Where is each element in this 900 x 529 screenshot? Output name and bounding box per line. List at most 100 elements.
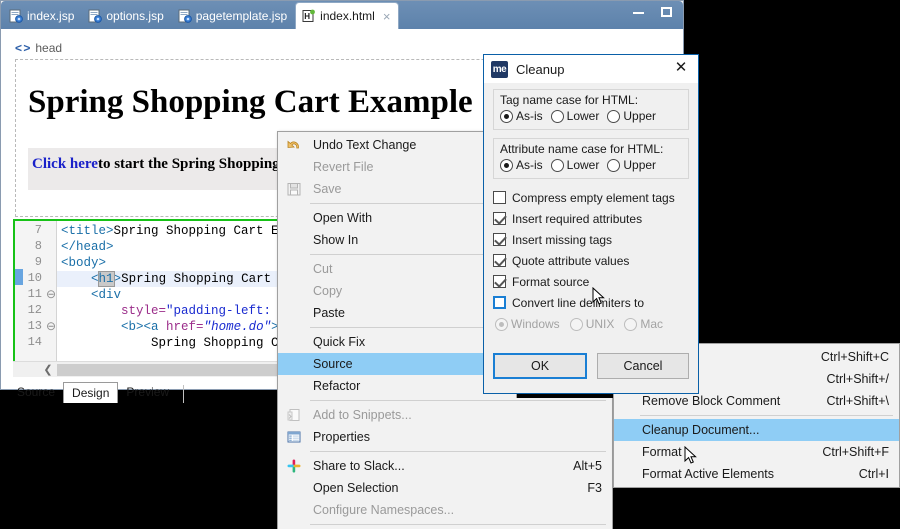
checkbox-insert-missing-tags[interactable]: Insert missing tags — [493, 229, 689, 250]
screen: index.jsp options.jsp pagetemplate.jsp H… — [0, 0, 900, 529]
line-number: 9 — [34, 255, 42, 269]
breadcrumb[interactable]: < > head — [15, 37, 62, 59]
menu-separator — [310, 254, 510, 255]
radio-tag-lower[interactable]: Lower — [550, 109, 599, 123]
radio-icon[interactable] — [624, 317, 638, 331]
menu-item-copy[interactable]: Copy — [278, 280, 516, 302]
checkbox-icon[interactable] — [493, 275, 506, 288]
tab-close-icon[interactable]: × — [383, 9, 391, 24]
menu-item-format-active-elements[interactable]: Format Active Elements Ctrl+I — [614, 463, 899, 485]
scroll-left-icon[interactable]: ❮ — [41, 363, 55, 377]
fold-marker[interactable]: ⊖ — [46, 319, 56, 334]
checkbox-quote-attribute-values[interactable]: Quote attribute values — [493, 250, 689, 271]
menu-item-add-to-snippets[interactable]: Add to Snippets... — [278, 404, 612, 426]
source-editor-pane[interactable]: 7 8 9 10 11 12 13 14 ⊖ ⊖ <title>Spring S… — [13, 219, 281, 377]
breadcrumb-label: head — [35, 41, 63, 55]
radio-attr-lower[interactable]: Lower — [550, 158, 599, 172]
preview-link[interactable]: Click here — [32, 156, 98, 172]
radio-label: Mac — [640, 317, 664, 331]
checkbox-label: Insert required attributes — [512, 211, 643, 226]
dialog-button-row: OK Cancel — [493, 353, 689, 379]
radio-icon[interactable] — [495, 317, 508, 331]
menu-item-share-to-slack[interactable]: Share to Slack... Alt+5 — [278, 455, 612, 477]
jsp-file-icon — [178, 9, 192, 23]
checkbox-insert-required-attributes[interactable]: Insert required attributes — [493, 208, 689, 229]
radio-attr-upper[interactable]: Upper — [607, 158, 656, 172]
menu-item-show-in[interactable]: Show In — [278, 229, 516, 251]
jsp-file-icon — [88, 9, 103, 23]
menu-item-source[interactable]: Source — [278, 353, 516, 375]
menu-item-open-selection[interactable]: Open Selection F3 — [278, 477, 612, 499]
radio-icon[interactable] — [500, 109, 513, 123]
line-number: 7 — [34, 223, 42, 237]
maximize-button[interactable] — [659, 5, 675, 19]
checkbox-convert-line-delimiters[interactable]: Convert line delimiters to — [493, 292, 689, 313]
checkbox-icon[interactable] — [493, 254, 506, 267]
menu-item-refactor[interactable]: Refactor — [278, 375, 516, 397]
editor-tab-index-html[interactable]: H index.html × — [295, 2, 400, 29]
tab-source[interactable]: Source — [9, 382, 63, 403]
tab-design[interactable]: Design — [63, 382, 119, 403]
checkbox-icon[interactable] — [493, 212, 506, 225]
editor-tab-index-jsp[interactable]: index.jsp — [3, 3, 82, 29]
menu-item-configure-namespaces[interactable]: Configure Namespaces... — [278, 499, 612, 521]
fold-marker[interactable]: ⊖ — [46, 287, 56, 302]
menu-item-paste[interactable]: Paste — [278, 302, 516, 324]
menu-item-label: Configure Namespaces... — [313, 503, 455, 517]
dialog-body: Tag name case for HTML: As-is Lower Uppe… — [484, 83, 698, 393]
checkbox-format-source[interactable]: Format source — [493, 271, 689, 292]
ok-button[interactable]: OK — [493, 353, 587, 379]
minimize-button[interactable] — [631, 5, 647, 19]
group-label: Tag name case for HTML: — [500, 93, 639, 107]
checkbox-compress-empty-element-tags[interactable]: Compress empty element tags — [493, 187, 689, 208]
menu-item-label: Source — [313, 357, 353, 371]
window-titlebar: index.jsp options.jsp pagetemplate.jsp H… — [1, 1, 683, 29]
menu-item-save[interactable]: Save — [278, 178, 516, 200]
radio-delimiter-windows[interactable]: Windows — [495, 317, 560, 331]
editor-tab-options-jsp[interactable]: options.jsp — [82, 3, 171, 29]
preview-heading: Spring Shopping Cart Example — [28, 84, 473, 120]
menu-item-label: Copy — [313, 284, 343, 298]
menu-item-label: Open With — [313, 211, 373, 225]
menu-item-undo-text-change[interactable]: Undo Text Change — [278, 134, 516, 156]
close-icon[interactable]: ✕ — [672, 59, 690, 77]
slack-icon — [286, 458, 302, 474]
menu-item-format[interactable]: Format Ctrl+Shift+F — [614, 441, 899, 463]
menu-item-revert-file[interactable]: Revert File — [278, 156, 516, 178]
radio-icon[interactable] — [500, 158, 513, 172]
jsp-file-icon — [9, 9, 23, 23]
checkbox-icon[interactable] — [493, 191, 506, 204]
menu-item-cut[interactable]: Cut — [278, 258, 516, 280]
properties-icon — [286, 429, 302, 445]
code-line: </head> — [61, 240, 114, 254]
radio-tag-upper[interactable]: Upper — [607, 109, 656, 123]
checkbox-icon[interactable] — [493, 233, 506, 246]
radio-icon[interactable] — [550, 109, 564, 123]
menu-item-label: Cleanup Document... — [642, 423, 760, 437]
horizontal-scrollbar[interactable]: ❮ — [13, 361, 287, 377]
menu-separator — [640, 415, 893, 416]
radio-delimiter-unix[interactable]: UNIX — [569, 317, 614, 331]
menu-item-properties[interactable]: Properties — [278, 426, 612, 448]
menu-item-cleanup-document[interactable]: Cleanup Document... — [614, 419, 899, 441]
cancel-button[interactable]: Cancel — [597, 353, 689, 379]
code-area[interactable]: <title>Spring Shopping Cart E </head> <b… — [57, 221, 279, 375]
menu-separator — [310, 524, 606, 525]
radio-icon[interactable] — [607, 158, 621, 172]
radio-attr-as-is[interactable]: As-is — [500, 158, 543, 172]
tab-preview[interactable]: Preview — [118, 382, 177, 403]
radio-icon[interactable] — [569, 317, 583, 331]
menu-item-open-with[interactable]: Open With — [278, 207, 516, 229]
radio-delimiter-mac[interactable]: Mac — [624, 317, 663, 331]
radio-tag-as-is[interactable]: As-is — [500, 109, 543, 123]
editor-tab-label: pagetemplate.jsp — [195, 9, 288, 23]
menu-item-quick-fix[interactable]: Quick Fix — [278, 331, 516, 353]
checkbox-icon[interactable] — [493, 296, 506, 309]
editor-tab-pagetemplate-jsp[interactable]: pagetemplate.jsp — [172, 3, 295, 29]
menu-separator — [310, 327, 510, 328]
view-tab-strip: Source Design Preview — [9, 381, 185, 403]
radio-icon[interactable] — [607, 109, 621, 123]
radio-icon[interactable] — [550, 158, 564, 172]
horizontal-scroll-thumb[interactable] — [57, 364, 287, 376]
line-number: 10 — [27, 271, 42, 285]
